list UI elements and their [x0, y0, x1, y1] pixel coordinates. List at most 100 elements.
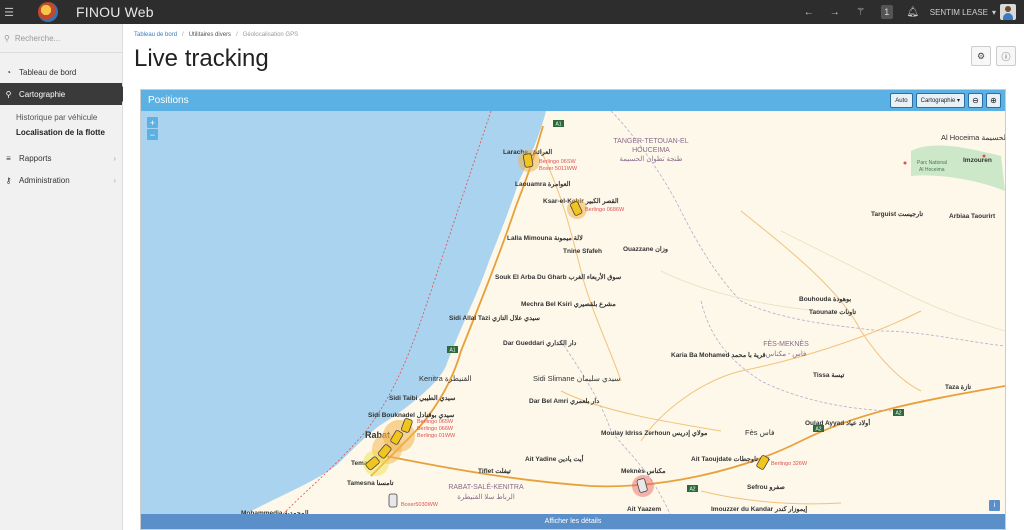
zoom-controls: + −	[147, 117, 158, 140]
zoom-in-button[interactable]: +	[147, 117, 158, 128]
show-details-button[interactable]: Afficher les détails	[141, 514, 1005, 529]
place-label: Tnine Sfafeh	[563, 248, 602, 255]
expand-button[interactable]: ⊕	[986, 93, 1001, 108]
place-label: Arbiaa Taourirt	[949, 213, 996, 220]
caret-down-icon: ▾	[956, 98, 960, 104]
road	[560, 390, 722, 432]
map-canvas[interactable]: A1 A1 A2 A2 A2 TANGER-TETOUAN-EL HOUCEIM…	[141, 111, 1005, 516]
map-marker-icon: ⚲	[5, 89, 12, 99]
zoom-out-button[interactable]: −	[147, 129, 158, 140]
place-label: Al Hoceima الحسيمة	[941, 133, 1005, 142]
sidebar-item-label: Tableau de bord	[19, 67, 77, 77]
user-menu[interactable]: SENTIM LEASE ▾	[930, 4, 1024, 20]
breadcrumb-separator: /	[182, 32, 184, 38]
key-icon: ⚷	[5, 175, 12, 185]
vehicle-label: Berlingo 065W	[417, 419, 454, 425]
settings-button[interactable]: ⚙	[971, 46, 991, 66]
info-icon: ⓘ	[1001, 51, 1011, 62]
auto-button[interactable]: Auto	[890, 93, 913, 108]
road-badge-a1: A1	[447, 346, 458, 354]
sidebar-item-administration[interactable]: ⚷ Administration ›	[0, 169, 122, 191]
road-badge-a2: A2	[893, 409, 904, 417]
place-label: Sidi Slimane سيدي سليمان	[533, 374, 621, 383]
sidebar-item-dashboard[interactable]: ◔ Tableau de bord	[0, 61, 122, 83]
app-title: FINOU Web	[76, 4, 154, 20]
notification-badge: 1	[880, 5, 893, 19]
poi-marker	[982, 154, 986, 158]
road-badge-label: A1	[449, 348, 455, 354]
place-label: Mechra Bel Ksiri مشرع بلقصيري	[521, 300, 616, 309]
vehicle-label: Berlingo 066W	[417, 426, 454, 432]
sidebar-item-cartography[interactable]: ⚲ Cartographie	[0, 83, 130, 105]
menu-toggle-icon[interactable]: ☰	[0, 0, 18, 24]
top-navbar: ☰ FINOU Web ← → ⚚ 1 🔔︎ SENTIM LEASE ▾	[0, 0, 1024, 24]
sidebar-subitem-label: Historique par véhicule	[16, 113, 98, 122]
app-logo	[38, 2, 58, 22]
user-name: SENTIM LEASE	[929, 7, 988, 17]
vehicle-marker[interactable]	[632, 475, 654, 497]
back-arrow-icon[interactable]: ←	[796, 0, 822, 24]
road-badge-label: A2	[689, 487, 695, 493]
sidebar-subitem-vehicle-history[interactable]: Historique par véhicule	[0, 110, 122, 125]
place-label: Tissa تيسة	[813, 372, 845, 379]
search-input[interactable]: Recherche...	[15, 34, 60, 43]
sidebar-item-label: Rapports	[19, 153, 52, 163]
sidebar-subitem-label: Localisation de la flotte	[16, 128, 105, 137]
place-label: Kenitra القنيطرة	[419, 374, 472, 383]
cartography-dropdown-label: Cartographie	[920, 97, 956, 104]
vehicle-label: Berlingo 06SW	[539, 159, 576, 165]
place-label: Taounate تاونات	[809, 308, 856, 316]
place-label: Parc National	[917, 160, 947, 166]
vehicle-marker[interactable]: Boxer5030WW	[388, 493, 439, 508]
breadcrumb: Tableau de bord / Utilitaires divers / G…	[134, 32, 298, 38]
region-label-text: TANGER-TETOUAN-EL	[613, 138, 688, 145]
panel-tools: Auto Cartographie ▾ ⊖ ⊕	[890, 93, 1005, 108]
map-svg: A1 A1 A2 A2 A2 TANGER-TETOUAN-EL HOUCEIM…	[141, 111, 1005, 516]
breadcrumb-dashboard[interactable]: Tableau de bord	[134, 32, 177, 38]
panel-header: Positions Auto Cartographie ▾ ⊖ ⊕	[141, 90, 1005, 111]
place-label: Oulad Ayyad أولاد عياد	[805, 417, 870, 427]
place-label: Imzouren	[963, 157, 992, 164]
magic-wand-icon[interactable]: ⚚	[848, 0, 874, 24]
notification-counter[interactable]: 1	[874, 0, 900, 24]
info-button[interactable]: ⓘ	[996, 46, 1016, 66]
sidebar: ⚲ Recherche... ◔ Tableau de bord ⚲ Carto…	[0, 24, 130, 530]
bell-icon[interactable]: 🔔︎	[900, 0, 926, 24]
place-label: Bouhouda بوهودة	[799, 296, 851, 303]
plus-circle-icon: ⊕	[990, 96, 997, 105]
panel-title: Positions	[148, 95, 189, 106]
chevron-right-icon: ›	[113, 153, 116, 163]
search-icon: ⚲	[4, 33, 10, 43]
road	[660, 270, 822, 312]
breadcrumb-utilities[interactable]: Utilitaires divers	[189, 32, 231, 38]
collapse-button[interactable]: ⊖	[968, 93, 983, 108]
chevron-right-icon: ›	[113, 175, 116, 185]
vehicle-label: Boxer 5011WW	[539, 166, 578, 172]
avatar	[1000, 4, 1016, 20]
region-label-text: RABAT-SALÉ-KENITRA	[448, 482, 524, 491]
forward-arrow-icon[interactable]: →	[822, 0, 848, 24]
place-label: Meknès مكناس	[621, 467, 666, 475]
vehicle-label: Berlingo 326W	[771, 461, 808, 467]
sidebar-search[interactable]: ⚲ Recherche...	[0, 24, 122, 53]
breadcrumb-current: Géolocalisation GPS	[242, 32, 299, 38]
place-label: Ait Yadine أيت يادين	[525, 453, 584, 463]
road	[780, 230, 1005, 332]
place-label: Al Hoceima	[919, 167, 945, 173]
place-label: Taza تازة	[945, 383, 971, 391]
place-label: Moulay Idriss Zerhoun مولاي إدريس	[601, 429, 708, 438]
place-label: Imouzzer du Kandar إيموزار كندر	[711, 505, 807, 513]
sidebar-subitem-fleet-location[interactable]: Localisation de la flotte	[0, 125, 122, 140]
region-label-text: FÈS-MEKNÈS	[763, 339, 809, 348]
map-info-button[interactable]: i	[989, 500, 1000, 511]
cartography-dropdown[interactable]: Cartographie ▾	[915, 93, 965, 108]
place-label: Ouazzane وزان	[623, 245, 668, 253]
vehicle-marker[interactable]: Berlingo 326W	[756, 455, 808, 470]
place-label: Sidi Taibi سيدي الطيبي	[389, 394, 456, 403]
road-badge-label: A2	[895, 411, 901, 417]
place-label: Targuist تارجيست	[871, 210, 923, 218]
sidebar-item-reports[interactable]: ≡ Rapports ›	[0, 147, 122, 169]
gear-icon: ⚙	[976, 50, 986, 61]
dashboard-icon: ◔	[6, 67, 11, 77]
place-label: Sidi Allal Tazi سيدي علال التازي	[449, 314, 540, 323]
